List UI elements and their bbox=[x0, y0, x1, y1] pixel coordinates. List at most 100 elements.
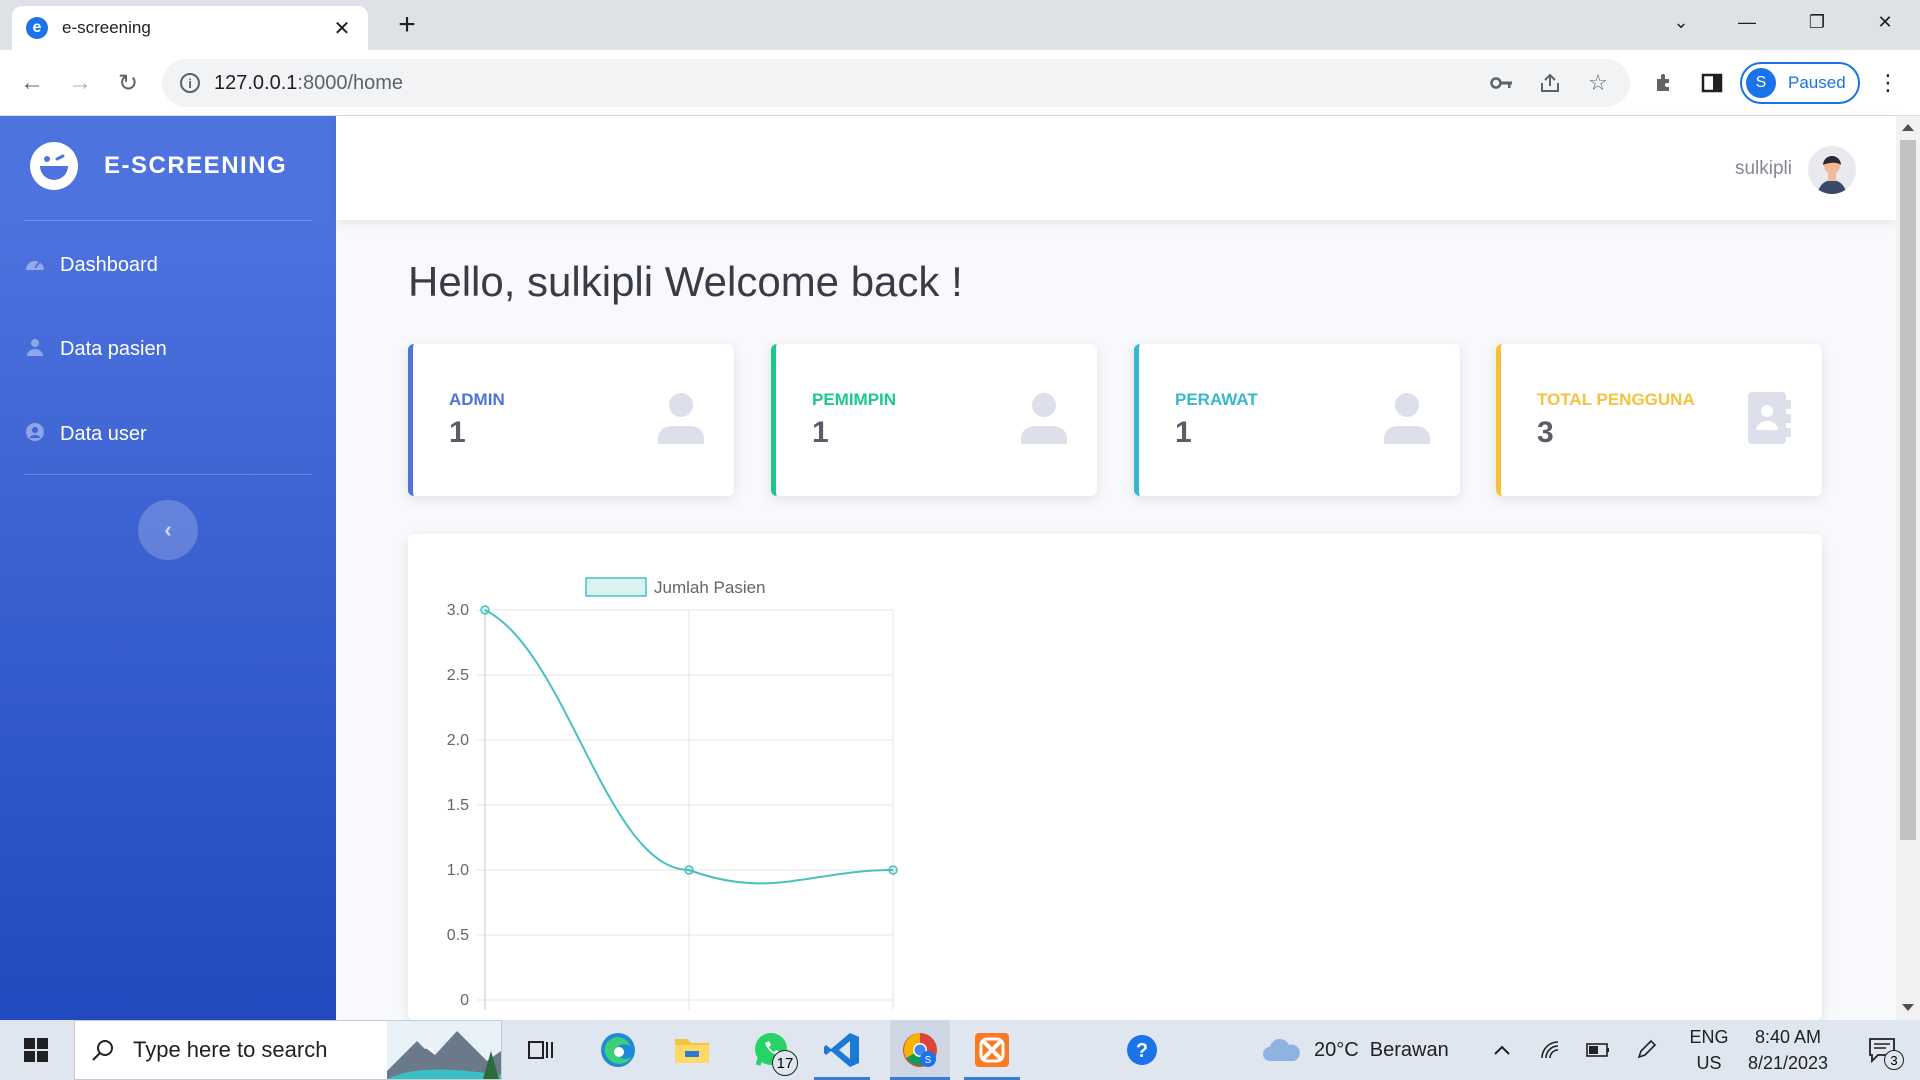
notification-badge: 3 bbox=[1884, 1050, 1904, 1070]
edge-icon[interactable] bbox=[590, 1020, 646, 1080]
card-label: ADMIN bbox=[449, 390, 505, 409]
side-panel-icon[interactable] bbox=[1696, 67, 1728, 99]
extensions-icon[interactable] bbox=[1648, 67, 1680, 99]
profile-status: Paused bbox=[1788, 73, 1846, 92]
y-tick-label: 1.5 bbox=[447, 797, 469, 814]
browser-toolbar: ← → ↻ i 127.0.0.1:8000/home ☆ S Paused ⋮ bbox=[0, 50, 1920, 116]
sidebar-item-data-user[interactable]: Data user bbox=[24, 422, 147, 447]
y-tick-label: 3.0 bbox=[447, 602, 469, 619]
y-tick-label: 1.0 bbox=[447, 862, 469, 879]
pen-icon[interactable] bbox=[1630, 1020, 1662, 1080]
card-label: PERAWAT bbox=[1175, 390, 1258, 409]
svg-text:?: ? bbox=[1136, 1040, 1148, 1062]
user-avatar[interactable] bbox=[1808, 146, 1856, 194]
sidebar-item-dashboard[interactable]: Dashboard bbox=[24, 254, 158, 277]
profile-button[interactable]: S Paused bbox=[1740, 62, 1860, 104]
sidebar-divider bbox=[24, 474, 312, 475]
sidebar-item-label: Data user bbox=[60, 423, 147, 445]
new-tab-icon[interactable]: + bbox=[390, 8, 424, 42]
user-icon bbox=[24, 338, 46, 361]
card-value: 1 bbox=[449, 416, 466, 449]
legend-swatch bbox=[585, 577, 647, 597]
restore-icon[interactable]: ❐ bbox=[1782, 0, 1852, 44]
card-value: 1 bbox=[812, 416, 829, 449]
file-explorer-icon[interactable] bbox=[664, 1020, 720, 1080]
help-icon[interactable]: ? bbox=[1114, 1020, 1170, 1080]
card-label: PEMIMPIN bbox=[812, 390, 897, 409]
patient-line-chart: 3.0 2.5 2.0 1.5 1.0 0.5 0 Jumlah Pasien bbox=[447, 577, 898, 1010]
browser-tabbar: e e-screening ✕ + ⌄ — ❐ ✕ bbox=[0, 0, 1920, 50]
address-bar[interactable]: i 127.0.0.1:8000/home ☆ bbox=[162, 59, 1630, 107]
card-value: 1 bbox=[1175, 416, 1192, 449]
task-view-icon[interactable] bbox=[516, 1020, 566, 1080]
windows-start-icon[interactable] bbox=[0, 1020, 72, 1080]
browser-menu-icon[interactable]: ⋮ bbox=[1872, 67, 1904, 99]
vscode-icon[interactable] bbox=[814, 1020, 870, 1080]
chevron-up-icon[interactable] bbox=[1486, 1020, 1518, 1080]
page-scrollbar[interactable] bbox=[1896, 116, 1920, 1020]
data-point bbox=[480, 605, 490, 615]
url-host: 127.0.0.1 bbox=[214, 71, 298, 94]
scroll-up-icon[interactable] bbox=[1902, 124, 1914, 131]
sidebar: E-SCREENING Dashboard Data pasien Data u… bbox=[0, 116, 336, 1020]
scroll-thumb[interactable] bbox=[1900, 140, 1916, 840]
window-close-icon[interactable]: ✕ bbox=[1850, 0, 1920, 44]
key-icon[interactable] bbox=[1488, 69, 1516, 97]
legend-label: Jumlah Pasien bbox=[654, 578, 766, 597]
language-code: ENG bbox=[1689, 1027, 1729, 1047]
chrome-icon[interactable]: S bbox=[890, 1020, 950, 1080]
y-tick-label: 0.5 bbox=[447, 927, 469, 944]
sidebar-divider bbox=[24, 220, 312, 221]
minimize-icon[interactable]: — bbox=[1712, 0, 1782, 44]
browser-tab[interactable]: e e-screening ✕ bbox=[12, 6, 368, 50]
weather-widget[interactable]: 20°C Berawan bbox=[1262, 1020, 1462, 1080]
tab-close-icon[interactable]: ✕ bbox=[330, 16, 354, 41]
clock-time: 8:40 AM bbox=[1754, 1027, 1822, 1047]
user-circle-icon bbox=[24, 422, 46, 447]
sidebar-item-label: Data pasien bbox=[60, 338, 167, 360]
user-name[interactable]: sulkipli bbox=[1735, 158, 1792, 180]
taskbar: Type here to search 17 S ? 20°C Berawan … bbox=[0, 1020, 1920, 1080]
bookmark-star-icon[interactable]: ☆ bbox=[1584, 69, 1612, 97]
user-icon bbox=[1021, 393, 1067, 444]
y-tick-label: 2.0 bbox=[447, 732, 469, 749]
tab-title: e-screening bbox=[62, 18, 151, 37]
forward-icon[interactable]: → bbox=[60, 63, 100, 103]
site-info-icon[interactable]: i bbox=[180, 73, 200, 93]
xampp-icon[interactable] bbox=[964, 1020, 1020, 1080]
wifi-icon[interactable] bbox=[1534, 1020, 1566, 1080]
sidebar-toggle-button[interactable]: ‹ bbox=[138, 500, 198, 560]
clock[interactable]: 8:40 AM 8/21/2023 bbox=[1740, 1020, 1836, 1080]
page-title: Hello, sulkipli Welcome back ! bbox=[408, 258, 963, 305]
y-tick-label: 0 bbox=[460, 992, 469, 1009]
share-icon[interactable] bbox=[1536, 69, 1564, 97]
whatsapp-icon[interactable]: 17 bbox=[740, 1020, 804, 1080]
profile-avatar: S bbox=[1746, 68, 1776, 98]
brand-name: E-SCREENING bbox=[104, 152, 288, 179]
sidebar-item-data-pasien[interactable]: Data pasien bbox=[24, 338, 167, 361]
cloud-icon bbox=[1263, 1038, 1300, 1061]
stat-card-pemimpin: PEMIMPIN 1 bbox=[771, 344, 1097, 496]
tab-search-icon[interactable]: ⌄ bbox=[1646, 0, 1716, 44]
card-label: TOTAL PENGGUNA bbox=[1537, 390, 1695, 409]
brand[interactable]: E-SCREENING bbox=[30, 142, 287, 190]
notifications-icon[interactable]: 3 bbox=[1858, 1020, 1906, 1080]
reload-icon[interactable]: ↻ bbox=[108, 63, 148, 103]
tachometer-icon bbox=[24, 254, 46, 277]
data-point bbox=[684, 865, 694, 875]
topbar: sulkipli bbox=[336, 116, 1896, 220]
taskbar-search-input[interactable]: Type here to search bbox=[74, 1020, 502, 1080]
url-path: :8000/home bbox=[297, 71, 404, 94]
sidebar-item-label: Dashboard bbox=[60, 254, 158, 276]
battery-icon[interactable] bbox=[1582, 1020, 1614, 1080]
back-icon[interactable]: ← bbox=[12, 63, 52, 103]
address-book-icon bbox=[1748, 392, 1791, 444]
brand-logo-icon bbox=[30, 142, 78, 190]
stat-card-admin: ADMIN 1 bbox=[408, 344, 734, 496]
card-value: 3 bbox=[1537, 416, 1554, 449]
scroll-down-icon[interactable] bbox=[1902, 1004, 1914, 1011]
svg-text:S: S bbox=[925, 1055, 932, 1066]
data-point bbox=[888, 865, 898, 875]
language-indicator[interactable]: ENG US bbox=[1682, 1020, 1736, 1080]
user-icon bbox=[1384, 393, 1430, 444]
